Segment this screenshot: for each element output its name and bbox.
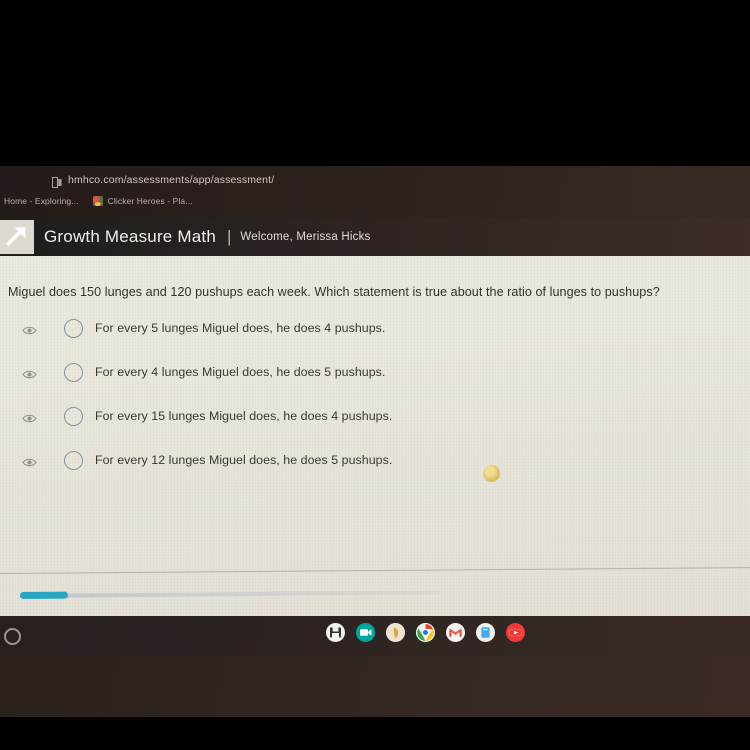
answer-option-label: For every 12 lunges Miguel does, he does… [95,453,393,467]
screen-bezel-bottom [0,656,750,717]
page-icon [52,175,62,188]
progress-fill [19,591,69,599]
google-meet-icon[interactable] [356,623,375,642]
shelf-icon-list [326,623,525,642]
keep-icon[interactable] [476,623,495,642]
bookmark-item-clicker-heroes[interactable]: Clicker Heroes - Pla... [92,196,193,206]
assessment-page: Miguel does 150 lunges and 120 pushups e… [0,256,750,616]
answer-option-c[interactable]: For every 15 lunges Miguel does, he does… [0,394,750,438]
answer-option-label: For every 5 lunges Miguel does, he does … [95,321,386,335]
launcher-circle-icon[interactable] [4,628,21,645]
radio-unselected[interactable] [64,362,83,382]
omnibox[interactable]: hmhco.com/assessments/app/assessment/ [52,171,274,189]
screen-bezel-top [0,0,750,166]
answer-option-b[interactable]: For every 4 lunges Miguel does, he does … [0,350,750,394]
radio-unselected[interactable] [64,318,83,338]
welcome-user-label: Welcome, Merissa Hicks [240,231,371,243]
question-text: Miguel does 150 lunges and 120 pushups e… [8,285,660,299]
eye-icon[interactable] [22,411,37,422]
files-icon[interactable] [326,623,345,642]
answer-option-a[interactable]: For every 5 lunges Miguel does, he does … [0,306,750,350]
chrome-icon[interactable] [416,623,435,642]
gmail-icon[interactable] [446,623,465,642]
chromeos-shelf [0,616,750,656]
radio-unselected[interactable] [64,406,83,426]
clicker-heroes-favicon [92,196,103,206]
youtube-icon[interactable] [506,623,525,642]
photo-black-border-bottom [0,717,750,750]
bookmark-item-home[interactable]: Home - Exploring... [4,196,79,206]
hmh-arrow-logo[interactable] [0,220,34,254]
browser-chrome: hmhco.com/assessments/app/assessment/ Ho… [0,166,750,218]
answer-option-label: For every 4 lunges Miguel does, he does … [95,365,386,379]
tan-app-icon[interactable] [386,623,405,642]
answer-option-d[interactable]: For every 12 lunges Miguel does, he does… [0,438,750,482]
radio-unselected[interactable] [64,450,83,470]
eye-icon[interactable] [22,367,37,378]
answer-options-list: For every 5 lunges Miguel does, he does … [0,306,750,482]
page-title: Growth Measure Math [44,227,216,246]
eye-icon[interactable] [22,455,37,466]
gold-circle-badge [483,465,500,482]
app-header-bar: Growth Measure Math | Welcome, Merissa H… [0,218,750,256]
eye-icon[interactable] [22,323,37,334]
bookmark-label: Clicker Heroes - Pla... [107,196,193,206]
bookmarks-bar: Home - Exploring... Clicker Heroes - Pla… [2,192,193,210]
bookmark-label: Home - Exploring... [4,196,79,206]
url-text: hmhco.com/assessments/app/assessment/ [68,174,275,186]
answer-option-label: For every 15 lunges Miguel does, he does… [95,409,393,423]
laptop-screen-photo: hmhco.com/assessments/app/assessment/ Ho… [0,0,750,750]
title-separator: | [226,227,232,246]
